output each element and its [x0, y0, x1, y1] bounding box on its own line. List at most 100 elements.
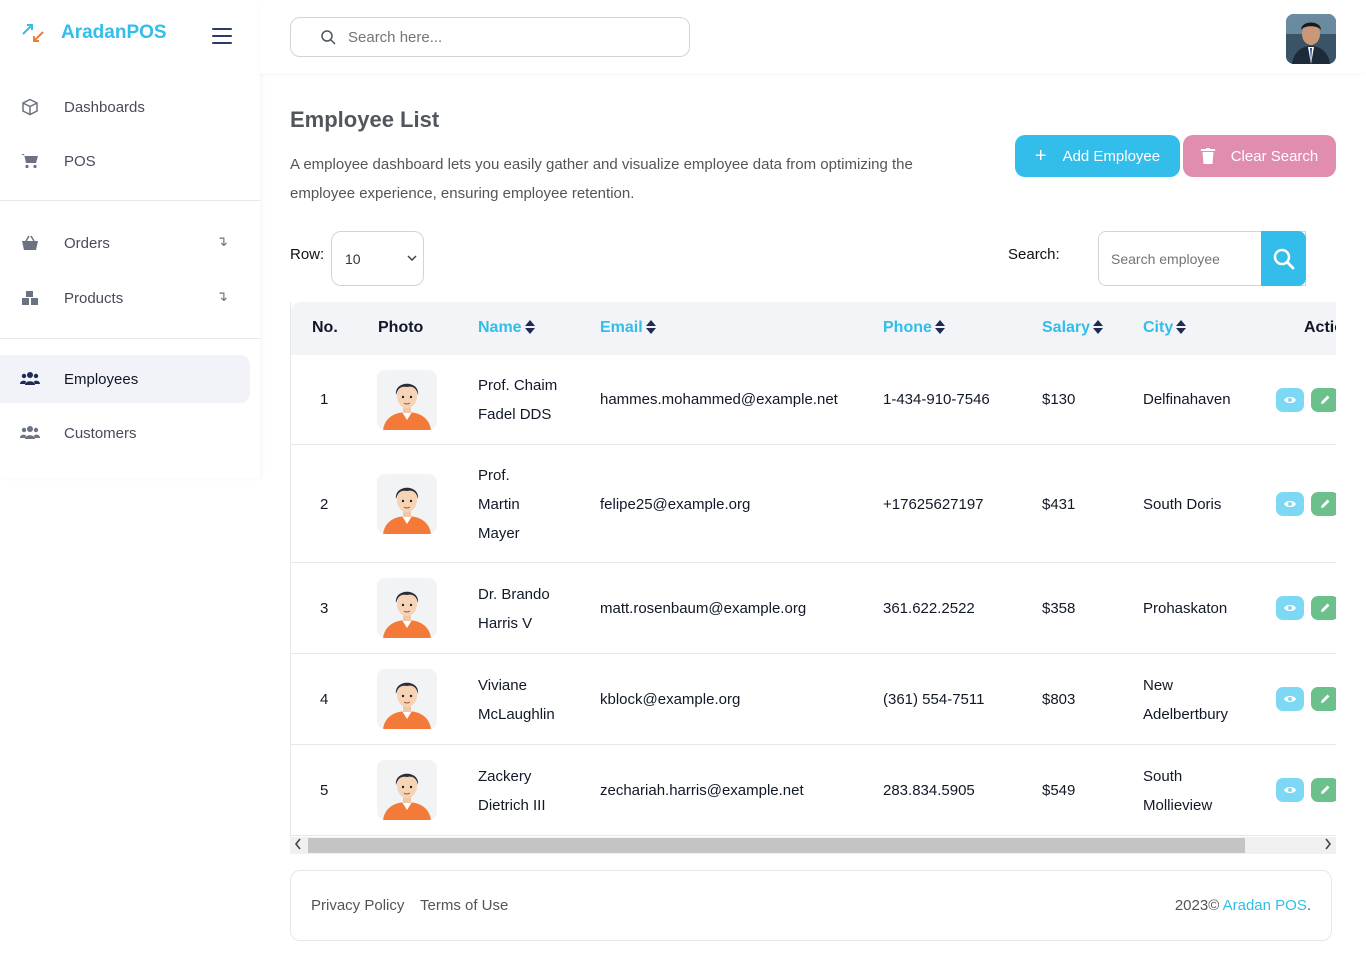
- chevron-down-icon: [407, 252, 417, 264]
- edit-button[interactable]: [1311, 687, 1336, 711]
- header-phone[interactable]: Phone: [883, 319, 945, 337]
- eye-icon: [1284, 787, 1296, 793]
- privacy-policy-link[interactable]: Privacy Policy: [311, 897, 404, 914]
- scroll-left-icon[interactable]: [294, 838, 302, 853]
- header-salary-label: Salary: [1042, 319, 1091, 336]
- table-row: 4 Viviane McLaughlin kblock@example.org …: [291, 654, 1336, 745]
- sidebar-item-dashboards[interactable]: Dashboards: [0, 83, 250, 131]
- employee-search-button[interactable]: [1261, 231, 1306, 286]
- cell-city: South Mollieview: [1143, 768, 1213, 814]
- logo-arrows-icon: [22, 24, 44, 42]
- table-header: No. Photo Name Email Phone Salary City A…: [291, 302, 1336, 355]
- scroll-right-icon[interactable]: [1324, 838, 1332, 853]
- header-salary[interactable]: Salary: [1042, 319, 1104, 337]
- row-count-label: Row:: [290, 246, 325, 263]
- page-title: Employee List: [290, 107, 440, 132]
- user-avatar[interactable]: [1286, 14, 1336, 64]
- cell-city: New Adelbertbury: [1143, 677, 1229, 723]
- cell-salary: $130: [1042, 391, 1076, 408]
- search-icon: [321, 29, 336, 45]
- view-button[interactable]: [1276, 687, 1304, 711]
- employee-avatar-icon: [377, 370, 437, 430]
- menu-toggle-icon[interactable]: [212, 28, 232, 44]
- employee-avatar-icon: [377, 578, 437, 638]
- add-employee-label: Add Employee: [1062, 147, 1161, 165]
- view-button[interactable]: [1276, 388, 1304, 412]
- cube-icon: [20, 97, 40, 117]
- trash-icon: [1200, 148, 1215, 164]
- cell-email: zechariah.harris@example.net: [600, 782, 804, 799]
- header-email[interactable]: Email: [600, 319, 656, 337]
- cell-no: 2: [320, 496, 329, 513]
- cell-phone: 361.622.2522: [883, 600, 975, 617]
- employee-search-input[interactable]: [1111, 250, 1261, 267]
- edit-button[interactable]: [1311, 596, 1336, 620]
- clear-search-button[interactable]: Clear Search: [1183, 135, 1336, 177]
- cell-salary: $549: [1042, 782, 1076, 799]
- sidebar-item-products[interactable]: Products ↴: [0, 274, 250, 322]
- brand-name: AradanPOS: [61, 22, 167, 43]
- cell-no: 4: [320, 691, 329, 708]
- users-icon: [20, 423, 40, 443]
- view-button[interactable]: [1276, 492, 1304, 516]
- edit-button[interactable]: [1311, 778, 1336, 802]
- cell-no: 5: [320, 782, 329, 799]
- sidebar-item-label: Customers: [64, 424, 137, 442]
- sidebar-item-employees[interactable]: Employees: [0, 355, 250, 403]
- cell-email: felipe25@example.org: [600, 496, 751, 513]
- plus-icon: +: [1034, 145, 1047, 167]
- header-name[interactable]: Name: [478, 319, 535, 337]
- cell-name: Viviane McLaughlin: [478, 677, 555, 723]
- header-email-label: Email: [600, 319, 643, 336]
- view-button[interactable]: [1276, 778, 1304, 802]
- main-content: Employee List A employee dashboard lets …: [260, 73, 1366, 971]
- cell-phone: +17625627197: [883, 496, 984, 513]
- table-row: 5 Zackery Dietrich III zechariah.harris@…: [291, 745, 1336, 836]
- view-button[interactable]: [1276, 596, 1304, 620]
- expand-arrow-icon[interactable]: ↴: [216, 288, 228, 305]
- sidebar-item-orders[interactable]: Orders ↴: [0, 219, 250, 267]
- sidebar-item-label: Employees: [64, 370, 139, 388]
- cell-phone: 283.834.5905: [883, 782, 975, 799]
- sidebar-item-label: Products: [64, 289, 124, 307]
- cart-icon: [20, 151, 40, 171]
- header-city-label: City: [1143, 319, 1174, 336]
- cell-phone: 1-434-910-7546: [883, 391, 990, 408]
- sidebar-item-customers[interactable]: Customers: [0, 409, 250, 457]
- sort-icon: [645, 320, 656, 334]
- pencil-icon: [1321, 395, 1330, 404]
- scrollbar-thumb[interactable]: [308, 838, 1245, 853]
- pencil-icon: [1321, 499, 1330, 508]
- row-count-value: 10: [345, 250, 361, 267]
- header-city[interactable]: City: [1143, 319, 1187, 337]
- copyright-year: 2023©: [1174, 897, 1220, 914]
- eye-icon: [1284, 397, 1296, 403]
- expand-arrow-icon[interactable]: ↴: [216, 233, 228, 250]
- edit-button[interactable]: [1311, 492, 1336, 516]
- terms-of-use-link[interactable]: Terms of Use: [420, 897, 508, 914]
- brand-logo[interactable]: AradanPOS: [20, 20, 167, 46]
- header-photo: Photo: [378, 319, 424, 336]
- row-count-select[interactable]: 10: [331, 231, 424, 286]
- basket-icon: [20, 233, 40, 253]
- cell-name: Zackery Dietrich III: [478, 768, 546, 814]
- add-employee-button[interactable]: + Add Employee: [1015, 135, 1180, 177]
- cell-no: 1: [320, 391, 329, 408]
- cell-no: 3: [320, 600, 329, 617]
- cell-name: Dr. Brando Harris V: [478, 586, 550, 632]
- eye-icon: [1284, 696, 1296, 702]
- global-search-input[interactable]: [348, 28, 648, 46]
- global-search[interactable]: [290, 17, 690, 57]
- cell-city: South Doris: [1143, 496, 1222, 513]
- employee-table: No. Photo Name Email Phone Salary City A…: [290, 302, 1336, 854]
- sidebar-item-pos[interactable]: POS: [0, 137, 250, 185]
- cell-email: matt.rosenbaum@example.org: [600, 600, 807, 617]
- header-action: Action: [1304, 319, 1336, 336]
- brand-footer-link[interactable]: Aradan POS: [1223, 897, 1307, 914]
- cell-salary: $431: [1042, 496, 1076, 513]
- table-horizontal-scrollbar[interactable]: [290, 837, 1336, 854]
- edit-button[interactable]: [1311, 388, 1336, 412]
- employee-avatar-icon: [377, 760, 437, 820]
- sidebar-divider: [0, 338, 260, 339]
- cell-phone: (361) 554-7511: [883, 691, 985, 708]
